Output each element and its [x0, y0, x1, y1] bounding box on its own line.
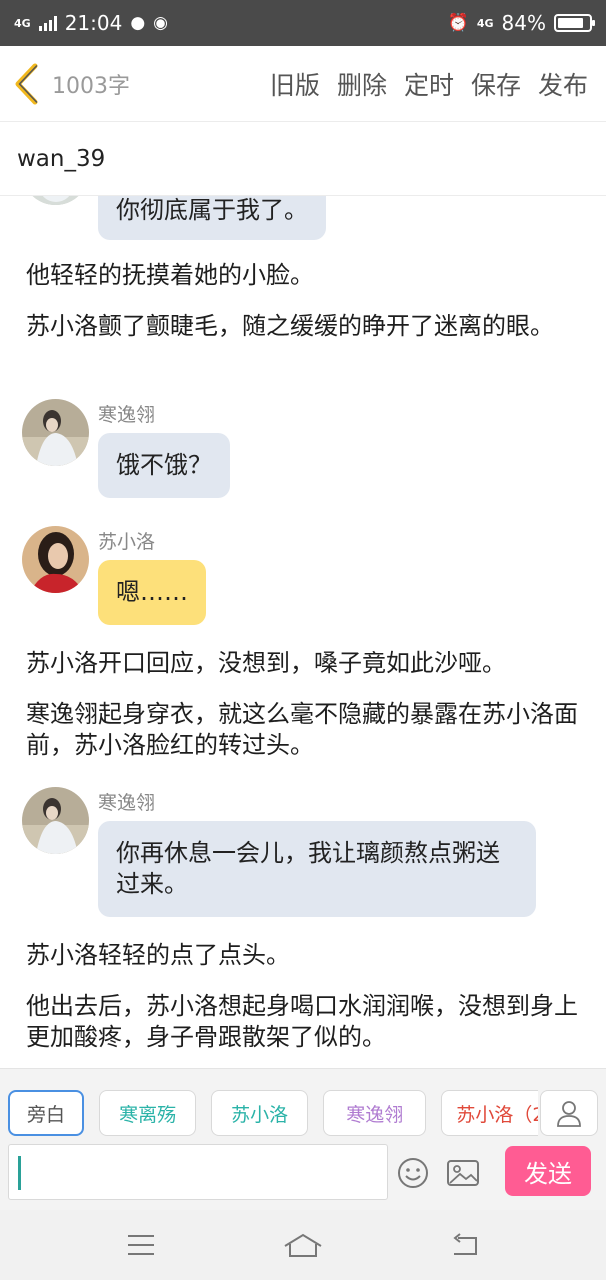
network-type: 4G: [14, 16, 31, 30]
menu-button[interactable]: [111, 1225, 171, 1265]
battery-percent: 84%: [501, 11, 546, 35]
dialogue-bubble[interactable]: 你彻底属于我了。: [98, 196, 326, 240]
battery-icon: [554, 14, 595, 32]
old-version-button[interactable]: 旧版: [270, 66, 320, 102]
role-chip[interactable]: 寒离殇: [99, 1090, 197, 1136]
clock: 21:04: [64, 11, 123, 35]
menu-icon: [128, 1235, 154, 1255]
system-nav-bar: [0, 1210, 606, 1280]
role-selector: 旁白 寒离殇 苏小洛 寒逸翎 苏小洛（211: [8, 1090, 538, 1138]
dialogue-bubble[interactable]: 你再休息一会儿，我让璃颜熬点粥送过来。: [98, 821, 536, 917]
speaker-name: 苏小洛: [98, 531, 156, 553]
image-icon: [447, 1160, 479, 1186]
avatar-han-yiling[interactable]: [22, 787, 89, 854]
publish-button[interactable]: 发布: [538, 66, 588, 102]
delete-button[interactable]: 删除: [337, 66, 387, 102]
network-type-right: 4G: [476, 16, 494, 30]
role-chip-narrator[interactable]: 旁白: [8, 1090, 84, 1136]
narration[interactable]: 苏小洛轻轻的点了点头。: [26, 940, 580, 971]
chevron-left-icon: [15, 63, 38, 104]
manage-roles-button[interactable]: [540, 1090, 598, 1136]
chapter-title: wan_39: [17, 145, 106, 172]
dialogue-bubble[interactable]: 嗯……: [98, 560, 206, 625]
status-bar: 4G 21:04 ● ◉ ⏰ 4G 84%: [0, 0, 606, 46]
dialogue-text: 饿不饿？: [116, 451, 212, 479]
emoji-icon: [398, 1158, 428, 1188]
dialogue-bubble[interactable]: 饿不饿？: [98, 433, 230, 498]
schedule-button[interactable]: 定时: [404, 66, 454, 102]
wechat-icon: ◉: [153, 13, 169, 33]
home-button[interactable]: [273, 1225, 333, 1265]
message-input[interactable]: [8, 1144, 388, 1200]
battery-fill: [558, 18, 584, 28]
qq-icon: ●: [130, 13, 146, 33]
narration[interactable]: 他轻轻的抚摸着她的小脸。: [26, 260, 580, 291]
home-icon: [284, 1233, 322, 1257]
narration[interactable]: 苏小洛颤了颤睫毛，随之缓缓的睁开了迷离的眼。: [26, 311, 580, 342]
compose-panel: 旁白 寒离殇 苏小洛 寒逸翎 苏小洛（211 发送: [0, 1068, 606, 1210]
narration[interactable]: 苏小洛开口回应，没想到，嗓子竟如此沙哑。: [26, 648, 580, 679]
role-chip[interactable]: 寒逸翎: [323, 1090, 427, 1136]
narration[interactable]: 他出去后，苏小洛想起身喝口水润润喉，没想到身上更加酸疼，身子骨跟散架了似的。: [26, 991, 580, 1053]
story-content[interactable]: 你彻底属于我了。 他轻轻的抚摸着她的小脸。 苏小洛颤了颤睫毛，随之缓缓的睁开了迷…: [0, 196, 606, 1068]
narration[interactable]: 寒逸翎起身穿衣，就这么毫不隐藏的暴露在苏小洛面前，苏小洛脸红的转过头。: [26, 699, 580, 761]
back-nav-button[interactable]: [435, 1225, 495, 1265]
dialogue-text: 你彻底属于我了。: [116, 196, 308, 224]
avatar-han-yiling[interactable]: [22, 196, 89, 205]
return-icon: [453, 1233, 477, 1255]
send-button[interactable]: 发送: [505, 1146, 591, 1196]
emoji-button[interactable]: [393, 1153, 433, 1193]
toolbar-actions: 旧版 删除 定时 保存 发布: [270, 66, 606, 102]
role-chip[interactable]: 苏小洛: [211, 1090, 309, 1136]
avatar-han-yiling[interactable]: [22, 399, 89, 466]
back-button[interactable]: [0, 46, 52, 122]
role-chip[interactable]: 苏小洛（211: [441, 1090, 538, 1136]
user-icon: [557, 1101, 581, 1127]
signal-icon: [38, 15, 57, 31]
dialogue-text: 你再休息一会儿，我让璃颜熬点粥送过来。: [116, 839, 500, 898]
speaker-name: 寒逸翎: [98, 792, 156, 814]
speaker-name: 寒逸翎: [98, 404, 156, 426]
text-cursor: [18, 1156, 21, 1190]
avatar-su-xiaoluo[interactable]: [22, 526, 89, 593]
dialogue-text: 嗯……: [116, 578, 188, 606]
save-button[interactable]: 保存: [471, 66, 521, 102]
alarm-icon: ⏰: [447, 13, 469, 33]
editor-toolbar: 1003字 旧版 删除 定时 保存 发布: [0, 46, 606, 122]
chapter-title-field[interactable]: wan_39: [0, 122, 606, 196]
word-count: 1003字: [52, 73, 130, 99]
image-button[interactable]: [443, 1153, 483, 1193]
